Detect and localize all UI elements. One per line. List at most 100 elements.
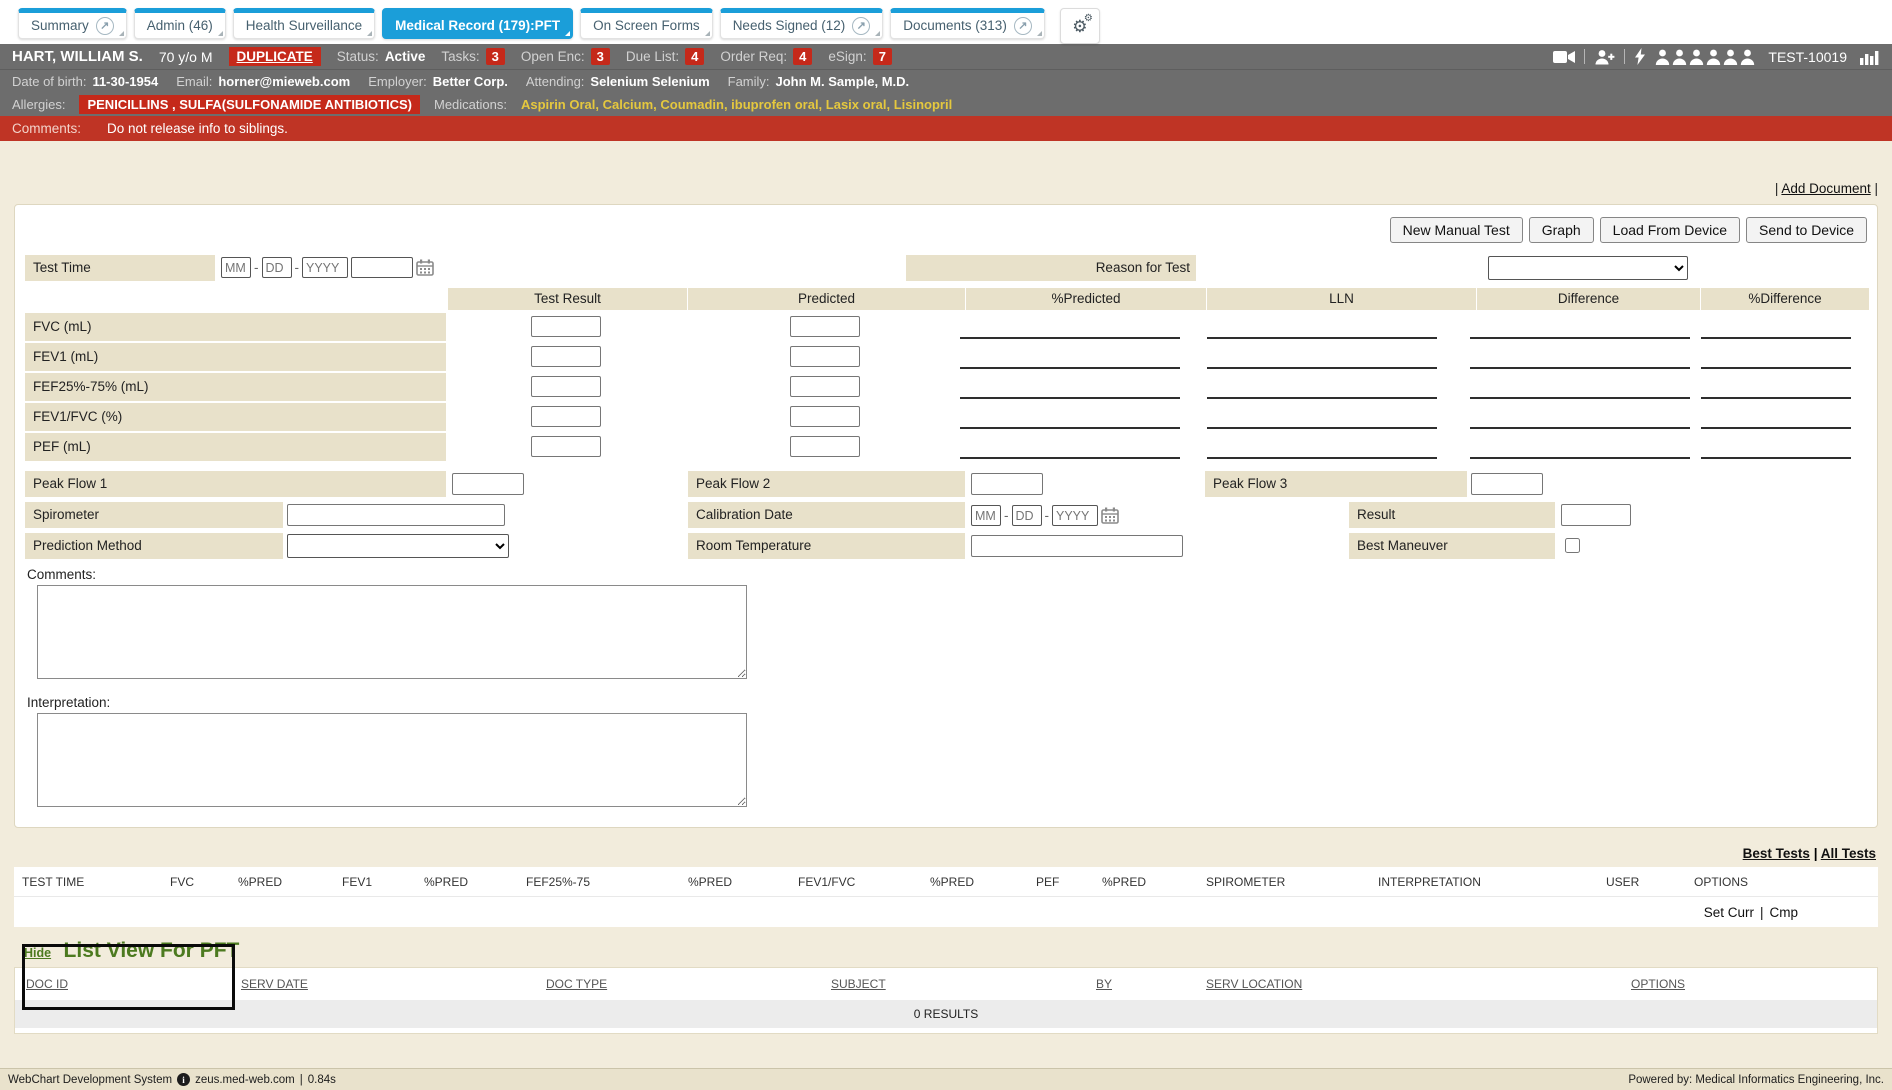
fev1-predicted-input[interactable] xyxy=(790,346,860,367)
peak-flow-3-input[interactable] xyxy=(1471,473,1543,495)
col-doc-options[interactable]: OPTIONS xyxy=(1620,977,1685,991)
tab-admin[interactable]: Admin (46) xyxy=(134,8,226,39)
test-time-month-input[interactable] xyxy=(221,257,251,278)
person-icon xyxy=(1740,49,1755,65)
calibration-month-input[interactable] xyxy=(971,505,1001,526)
new-manual-test-button[interactable]: New Manual Test xyxy=(1390,217,1523,243)
fvc-test-result-input[interactable] xyxy=(531,316,601,337)
open-enc-count-badge[interactable]: 3 xyxy=(591,48,610,65)
fev1-fvc-predicted-input[interactable] xyxy=(790,406,860,427)
esign-count-badge[interactable]: 7 xyxy=(873,48,892,65)
result-input[interactable] xyxy=(1561,504,1631,526)
col-doc-id[interactable]: DOC ID xyxy=(15,977,230,991)
test-filter-links: Best Tests | All Tests xyxy=(14,828,1878,867)
fev1-test-result-input[interactable] xyxy=(531,346,601,367)
patient-list-icons[interactable] xyxy=(1655,49,1755,65)
col-test-result: Test Result xyxy=(448,288,687,310)
send-to-device-button[interactable]: Send to Device xyxy=(1746,217,1867,243)
tab-on-screen-forms[interactable]: On Screen Forms xyxy=(580,8,713,39)
col-serv-date[interactable]: SERV DATE xyxy=(230,977,535,991)
col-fvc-pred: %PRED xyxy=(230,875,334,889)
interpretation-textarea[interactable] xyxy=(37,713,747,807)
calendar-icon[interactable] xyxy=(416,259,434,276)
test-time-time-input[interactable] xyxy=(351,257,413,278)
all-tests-link[interactable]: All Tests xyxy=(1821,846,1876,861)
lightning-icon[interactable] xyxy=(1634,48,1646,65)
pipe: | xyxy=(300,1074,303,1086)
add-document-link[interactable]: Add Document xyxy=(1781,181,1870,196)
pef-test-result-input[interactable] xyxy=(531,436,601,457)
graph-button[interactable]: Graph xyxy=(1529,217,1594,243)
dash: - xyxy=(1004,508,1009,523)
col-fev1: FEV1 xyxy=(334,875,416,889)
fef-test-result-input[interactable] xyxy=(531,376,601,397)
col-subject[interactable]: SUBJECT xyxy=(820,977,1085,991)
popout-icon[interactable]: ↗ xyxy=(1014,17,1032,35)
prediction-method-select[interactable] xyxy=(287,534,509,558)
medications-list[interactable]: Aspirin Oral, Calcium, Coumadin, ibuprof… xyxy=(521,97,952,112)
calendar-icon[interactable] xyxy=(1101,507,1119,524)
fev1-pct-difference-line xyxy=(1701,343,1851,369)
col-serv-location[interactable]: SERV LOCATION xyxy=(1195,977,1620,991)
fvc-predicted-input[interactable] xyxy=(790,316,860,337)
spirometer-input[interactable] xyxy=(287,504,505,526)
peak-flow-2-input[interactable] xyxy=(971,473,1043,495)
pft-results-table: TEST TIME FVC %PRED FEV1 %PRED FEF25%-75… xyxy=(14,867,1878,927)
test-time-day-input[interactable] xyxy=(262,257,292,278)
col-doc-type[interactable]: DOC TYPE xyxy=(535,977,820,991)
cmp-link[interactable]: Cmp xyxy=(1769,905,1798,920)
person-icon xyxy=(1672,49,1687,65)
pef-predicted-input[interactable] xyxy=(790,436,860,457)
load-from-device-button[interactable]: Load From Device xyxy=(1600,217,1740,243)
tasks-count-badge[interactable]: 3 xyxy=(486,48,505,65)
result-label: Result xyxy=(1349,502,1555,528)
order-req-count-badge[interactable]: 4 xyxy=(793,48,812,65)
popout-icon[interactable]: ↗ xyxy=(852,17,870,35)
pft-comments-textarea[interactable] xyxy=(37,585,747,679)
person-icon xyxy=(1723,49,1738,65)
calibration-date-group: - - xyxy=(971,505,1119,526)
document-list-empty-row: 0 RESULTS xyxy=(15,1000,1877,1028)
list-view-header: Hide List View For PFT xyxy=(14,927,1878,967)
tab-medical-record[interactable]: Medical Record (179):PFT xyxy=(382,8,573,39)
tab-summary[interactable]: Summary ↗ xyxy=(18,8,127,39)
col-by[interactable]: BY xyxy=(1085,977,1195,991)
patient-banner-row1: HART, WILLIAM S. 70 y/o M DUPLICATE Stat… xyxy=(0,44,1892,70)
divider: | xyxy=(1760,905,1764,920)
bar-chart-icon[interactable] xyxy=(1860,49,1880,65)
hide-link[interactable]: Hide xyxy=(24,946,51,960)
video-camera-icon[interactable] xyxy=(1553,49,1575,65)
duplicate-flag[interactable]: DUPLICATE xyxy=(229,47,321,66)
footer-host[interactable]: zeus.med-web.com xyxy=(195,1074,295,1086)
add-user-icon[interactable] xyxy=(1594,49,1615,65)
footer-powered-by: Powered by: Medical Informatics Engineer… xyxy=(1628,1074,1884,1086)
best-maneuver-checkbox[interactable] xyxy=(1565,538,1580,553)
tab-bar: Summary ↗ Admin (46) Health Surveillance… xyxy=(0,0,1892,44)
due-list-count-badge[interactable]: 4 xyxy=(685,48,704,65)
allergies-badge[interactable]: PENICILLINS , SULFA(SULFONAMIDE ANTIBIOT… xyxy=(79,95,420,114)
tab-health-surveillance[interactable]: Health Surveillance xyxy=(233,8,375,39)
info-icon[interactable]: i xyxy=(177,1073,190,1086)
room-temperature-input[interactable] xyxy=(971,535,1183,557)
attending-value: Selenium Selenium xyxy=(590,74,709,89)
best-tests-link[interactable]: Best Tests xyxy=(1743,846,1810,861)
calibration-year-input[interactable] xyxy=(1052,505,1098,526)
spirometer-label: Spirometer xyxy=(25,502,283,528)
calibration-day-input[interactable] xyxy=(1012,505,1042,526)
fev1-fvc-test-result-input[interactable] xyxy=(531,406,601,427)
tab-documents[interactable]: Documents (313) ↗ xyxy=(890,8,1045,39)
set-curr-link[interactable]: Set Curr xyxy=(1704,905,1754,920)
col-difference: Difference xyxy=(1477,288,1700,310)
reason-for-test-select[interactable] xyxy=(1488,256,1688,280)
test-time-year-input[interactable] xyxy=(302,257,348,278)
dash: - xyxy=(1045,508,1050,523)
col-fef: FEF25%-75 xyxy=(518,875,680,889)
col-spirometer: SPIROMETER xyxy=(1198,875,1370,889)
person-icon xyxy=(1689,49,1704,65)
peak-flow-1-input[interactable] xyxy=(452,473,524,495)
col-test-time: TEST TIME xyxy=(14,875,162,889)
popout-icon[interactable]: ↗ xyxy=(96,17,114,35)
tab-needs-signed[interactable]: Needs Signed (12) ↗ xyxy=(720,8,884,39)
fef-predicted-input[interactable] xyxy=(790,376,860,397)
settings-button[interactable]: ⚙ ⚙ xyxy=(1060,8,1100,44)
